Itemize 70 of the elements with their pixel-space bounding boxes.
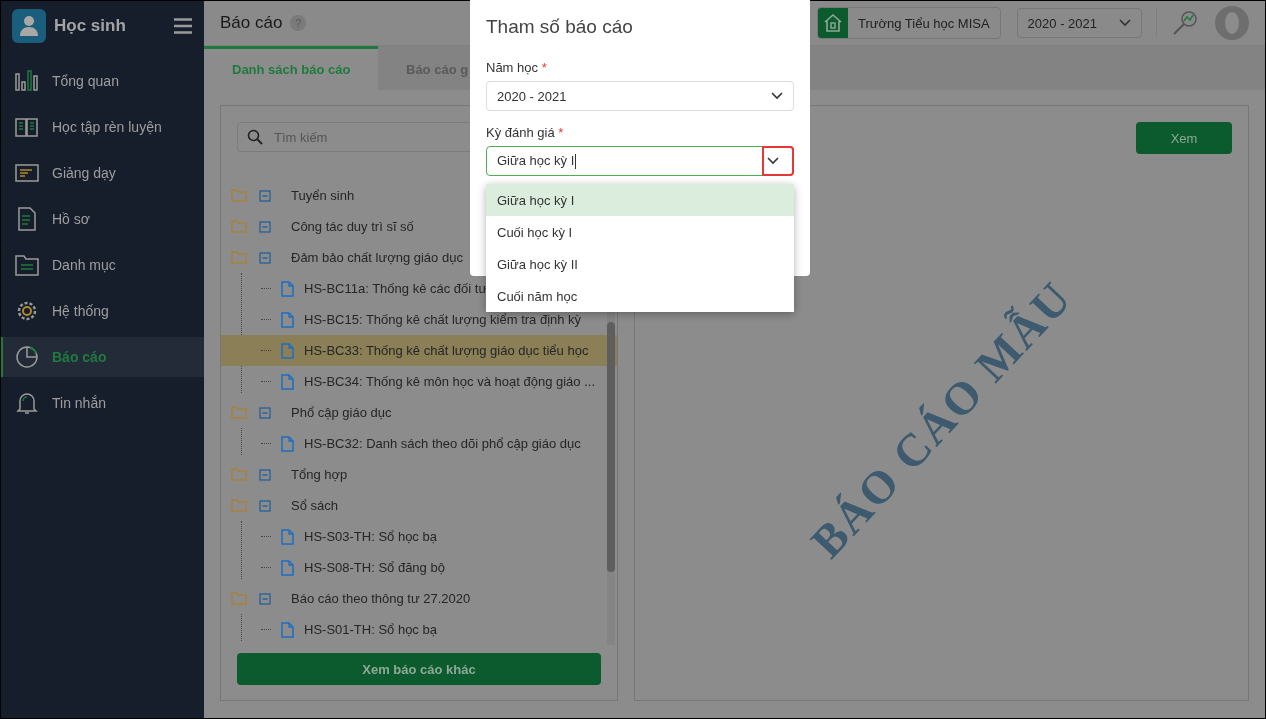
folder-icon (14, 252, 40, 278)
folder-icon (231, 406, 247, 419)
collapse-icon[interactable] (259, 592, 271, 605)
sidebar-item[interactable]: Hệ thống (1, 291, 204, 331)
document-icon (281, 435, 294, 452)
pie-chart-icon (14, 344, 40, 370)
sidebar-item[interactable]: Báo cáo (1, 337, 204, 377)
page-title: Báo cáo (220, 13, 283, 33)
sidebar-item[interactable]: Hồ sơ (1, 199, 204, 239)
tree-folder[interactable]: Tổng hợp (221, 459, 617, 490)
chevron-down-icon (767, 157, 779, 165)
dropdown-toggle[interactable] (762, 146, 794, 176)
tree-folder[interactable]: Phổ cập giáo dục (221, 397, 617, 428)
chart-icon (14, 68, 40, 94)
report-item[interactable]: HS-BC32: Danh sách theo dõi phổ cập giáo dục (221, 428, 617, 459)
app-title: Học sinh (54, 16, 127, 36)
sidebar-item[interactable]: Tin nhắn (1, 383, 204, 423)
collapse-icon[interactable] (259, 220, 271, 233)
sidebar-item[interactable]: Giảng dạy (1, 153, 204, 193)
document-icon (281, 559, 294, 576)
scrollbar-thumb[interactable] (607, 322, 615, 572)
collapse-icon[interactable] (259, 189, 271, 202)
folder-icon (231, 499, 247, 512)
field-label: Kỳ đánh giá * (486, 125, 565, 140)
folder-icon (231, 592, 247, 605)
search-icon (247, 129, 263, 145)
document-icon (281, 280, 294, 297)
tree-folder[interactable]: Báo cáo theo thông tư 27.2020 (221, 583, 617, 614)
sidebar-item[interactable]: Học tập rèn luyện (1, 107, 204, 147)
dialog-title: Tham số báo cáo (486, 16, 634, 38)
document-icon (281, 342, 294, 359)
folder-icon (231, 220, 247, 233)
dropdown-option[interactable]: Cuối học kỳ I (486, 216, 794, 248)
collapse-icon[interactable] (259, 251, 271, 264)
school-selector[interactable]: Trường Tiểu học MISA (816, 7, 1001, 39)
collapse-icon[interactable] (259, 499, 271, 512)
report-item[interactable]: HS-S08-TH: Sổ đăng bộ (221, 552, 617, 583)
document-icon (281, 311, 294, 328)
field-label: Năm học * (486, 60, 548, 75)
document-icon (281, 373, 294, 390)
collapse-icon[interactable] (259, 468, 271, 481)
menu-icon[interactable] (174, 18, 192, 34)
home-icon (817, 8, 848, 38)
year-select[interactable]: 2020 - 2021 (1016, 8, 1142, 38)
folder-icon (231, 251, 247, 264)
avatar[interactable] (1215, 6, 1249, 40)
sidebar-item[interactable]: Tổng quan (1, 61, 204, 101)
chevron-down-icon (1119, 19, 1131, 27)
folder-icon (231, 468, 247, 481)
select-field[interactable]: 2020 - 2021 (486, 81, 794, 111)
folder-icon (231, 189, 247, 202)
report-item[interactable]: HS-BC34: Thống kê môn học và hoạt động giáo ... (221, 366, 617, 397)
dropdown-option[interactable]: Giữa học kỳ I (486, 184, 794, 216)
collapse-icon[interactable] (259, 406, 271, 419)
bell-icon (14, 390, 40, 416)
dropdown-option[interactable]: Giữa học kỳ II (486, 248, 794, 280)
sidebar-item[interactable]: Danh mục (1, 245, 204, 285)
report-item[interactable]: HS-S03-TH: Sổ học bạ (221, 521, 617, 552)
document-icon (281, 621, 294, 638)
more-reports-button[interactable]: Xem báo cáo khác (237, 653, 601, 685)
app-logo (12, 9, 46, 43)
tree-folder[interactable]: Sổ sách (221, 490, 617, 521)
dropdown-option[interactable]: Cuối năm học (486, 280, 794, 312)
view-button[interactable]: Xem (1136, 122, 1232, 154)
magnifier-chart-icon[interactable] (1171, 9, 1199, 37)
document-icon (281, 528, 294, 545)
select-field[interactable]: Giữa học kỳ I (486, 146, 794, 176)
report-item[interactable]: HS-S01-TH: Sổ học bạ (221, 614, 617, 645)
chevron-down-icon (771, 92, 783, 100)
report-item[interactable]: HS-BC33: Thống kê chất lượng giáo dục tiểu học (221, 335, 617, 366)
